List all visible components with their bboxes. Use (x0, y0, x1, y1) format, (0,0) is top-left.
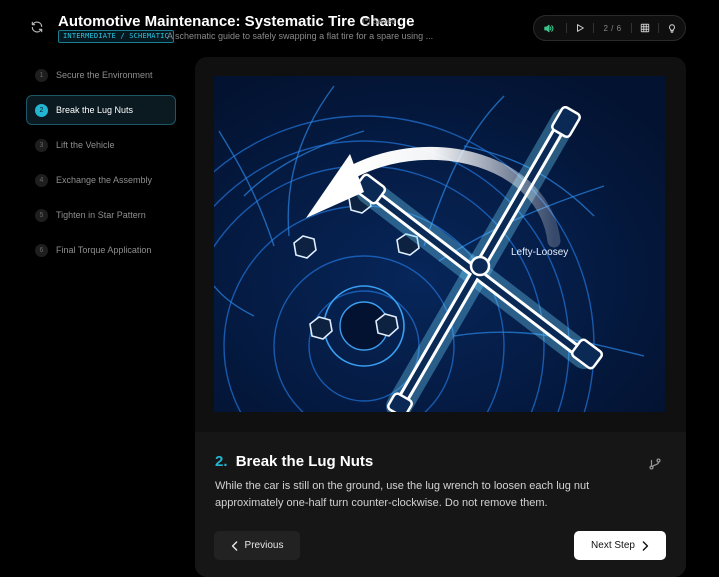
previous-button[interactable]: Previous (214, 531, 300, 560)
step-counter: 2 / 6 (603, 23, 622, 33)
next-label: Next Step (591, 540, 635, 551)
step-heading: 2. Break the Lug Nuts (215, 453, 373, 470)
speaker-icon (544, 24, 554, 32)
sidebar-item-label: Tighten in Star Pattern (56, 210, 146, 220)
branch-icon[interactable] (648, 457, 662, 471)
step-number: 2 (35, 103, 48, 117)
play-button[interactable] (567, 23, 593, 33)
step-description: While the car is still on the ground, us… (215, 480, 590, 509)
illustration-label: Lefty-Loosey (511, 247, 568, 258)
step-illustration: Lefty-Loosey (195, 76, 665, 577)
step-number: 4 (35, 173, 48, 187)
previous-label: Previous (244, 540, 284, 551)
playback-controls: 2 / 6 (533, 15, 686, 41)
sidebar-item-tighten-star-pattern[interactable]: 5 Tighten in Star Pattern (26, 200, 176, 230)
grid-icon (641, 23, 650, 33)
step-number: 1 (35, 68, 48, 82)
sidebar-item-exchange-assembly[interactable]: 4 Exchange the Assembly (26, 165, 176, 195)
save-icon (363, 18, 370, 25)
page-title: Automotive Maintenance: Systematic Tire … (58, 13, 415, 30)
step-number: 3 (35, 138, 48, 152)
step-number: 6 (35, 243, 48, 257)
saved-label: Saved (373, 17, 396, 26)
sidebar-item-break-lug-nuts[interactable]: 2 Break the Lug Nuts (26, 95, 176, 125)
refresh-icon[interactable] (28, 18, 46, 36)
header: Automotive Maintenance: Systematic Tire … (0, 0, 719, 54)
sidebar-item-label: Exchange the Assembly (56, 175, 153, 185)
next-step-button[interactable]: Next Step (574, 531, 666, 560)
step-details: 2. Break the Lug Nuts While the car is s… (195, 432, 686, 577)
sidebar-item-secure-environment[interactable]: 1 Secure the Environment (26, 60, 176, 90)
difficulty-badge: INTERMEDIATE / SCHEMATIC (58, 30, 174, 43)
page-subtitle: A schematic guide to safely swapping a f… (167, 31, 434, 41)
play-icon (576, 24, 584, 32)
audio-button[interactable] (538, 23, 560, 34)
step-card: Lefty-Loosey 2. Break the Lug Nuts While… (195, 57, 686, 577)
step-sidebar: 1 Secure the Environment 2 Break the Lug… (26, 60, 176, 270)
sidebar-item-label: Secure the Environment (56, 70, 153, 80)
grid-button[interactable] (632, 23, 658, 33)
sidebar-item-label: Break the Lug Nuts (56, 105, 134, 115)
lightbulb-icon (669, 23, 676, 33)
step-number: 5 (35, 208, 48, 222)
step-heading-title: Break the Lug Nuts (235, 453, 374, 470)
sidebar-item-lift-vehicle[interactable]: 3 Lift the Vehicle (26, 130, 176, 160)
sidebar-item-label: Lift the Vehicle (56, 140, 115, 150)
chevron-right-icon (642, 540, 649, 551)
sidebar-item-label: Final Torque Application (56, 245, 152, 255)
step-heading-number: 2. (215, 453, 228, 470)
sidebar-item-final-torque[interactable]: 6 Final Torque Application (26, 235, 176, 265)
chevron-left-icon (231, 540, 237, 551)
hint-button[interactable] (659, 23, 685, 34)
saved-status: Saved (363, 17, 396, 26)
